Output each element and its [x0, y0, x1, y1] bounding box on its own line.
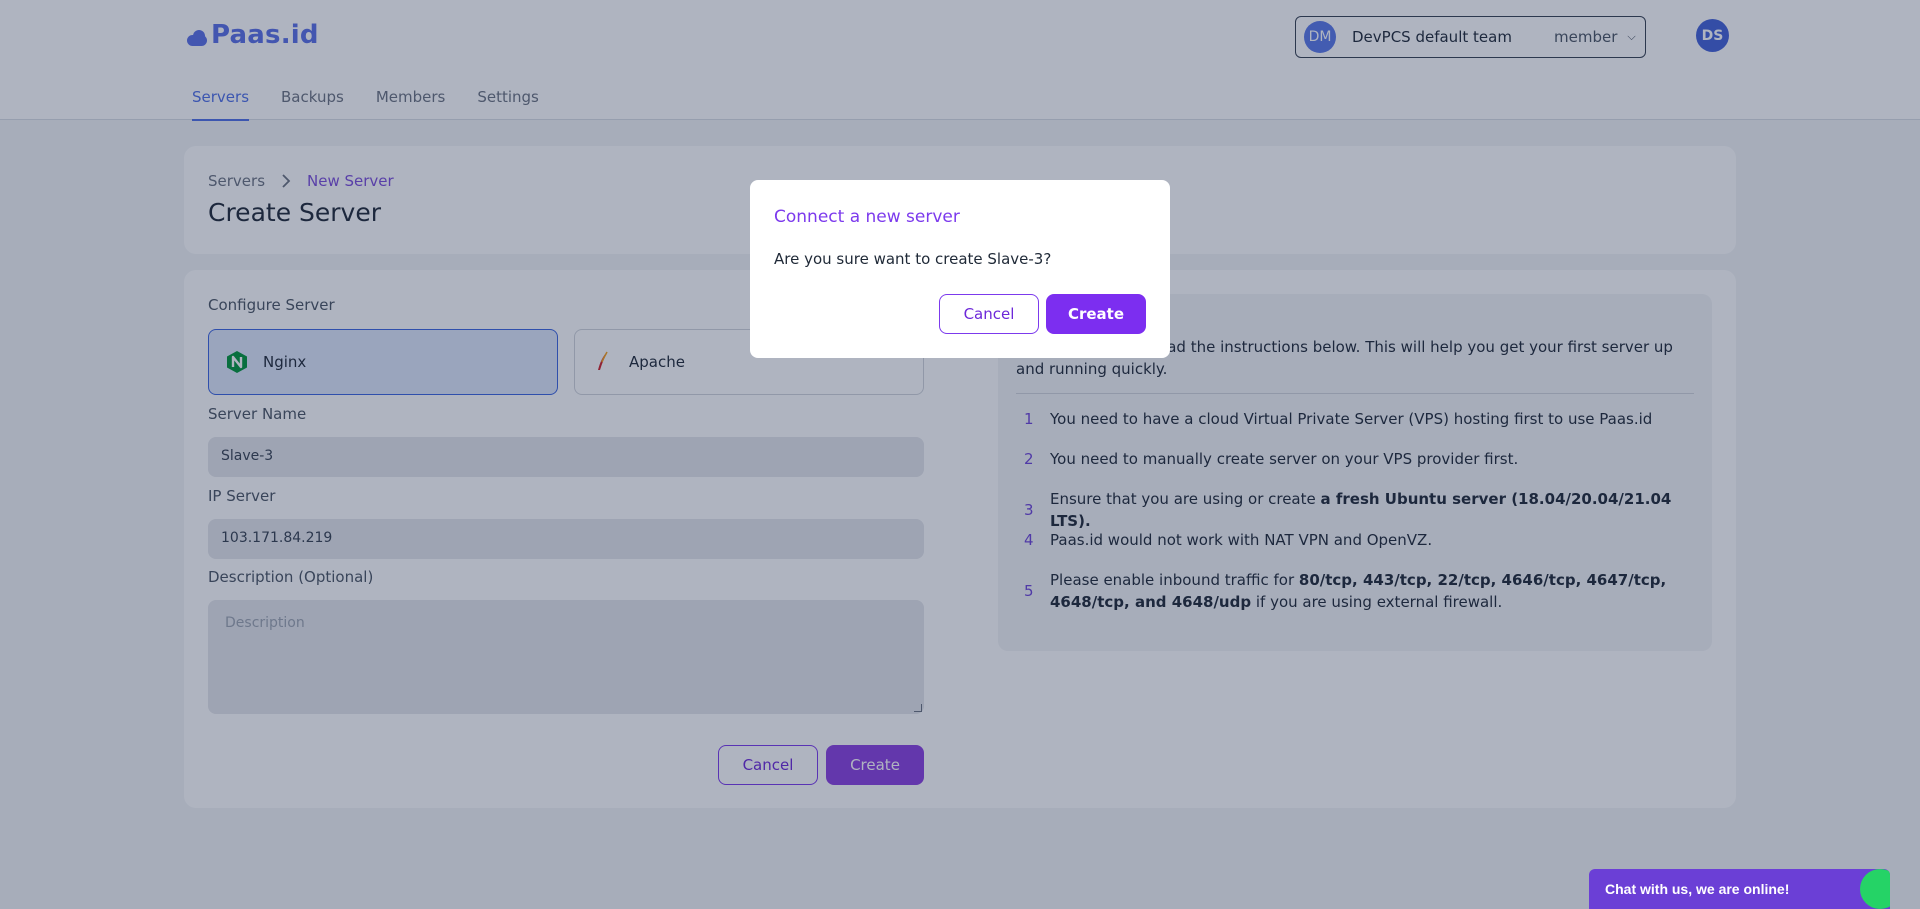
confirm-create-dialog: Connect a new server Are you sure want t…: [750, 180, 1170, 358]
dialog-message: Are you sure want to create Slave-3?: [774, 250, 1052, 268]
dialog-title: Connect a new server: [774, 207, 960, 227]
dialog-create-button[interactable]: Create: [1046, 294, 1146, 334]
chat-label: Chat with us, we are online!: [1605, 881, 1790, 897]
online-status-icon: [1860, 869, 1890, 909]
modal-backdrop[interactable]: [0, 0, 1920, 909]
chat-widget[interactable]: Chat with us, we are online!: [1589, 869, 1890, 909]
dialog-cancel-button[interactable]: Cancel: [939, 294, 1039, 334]
